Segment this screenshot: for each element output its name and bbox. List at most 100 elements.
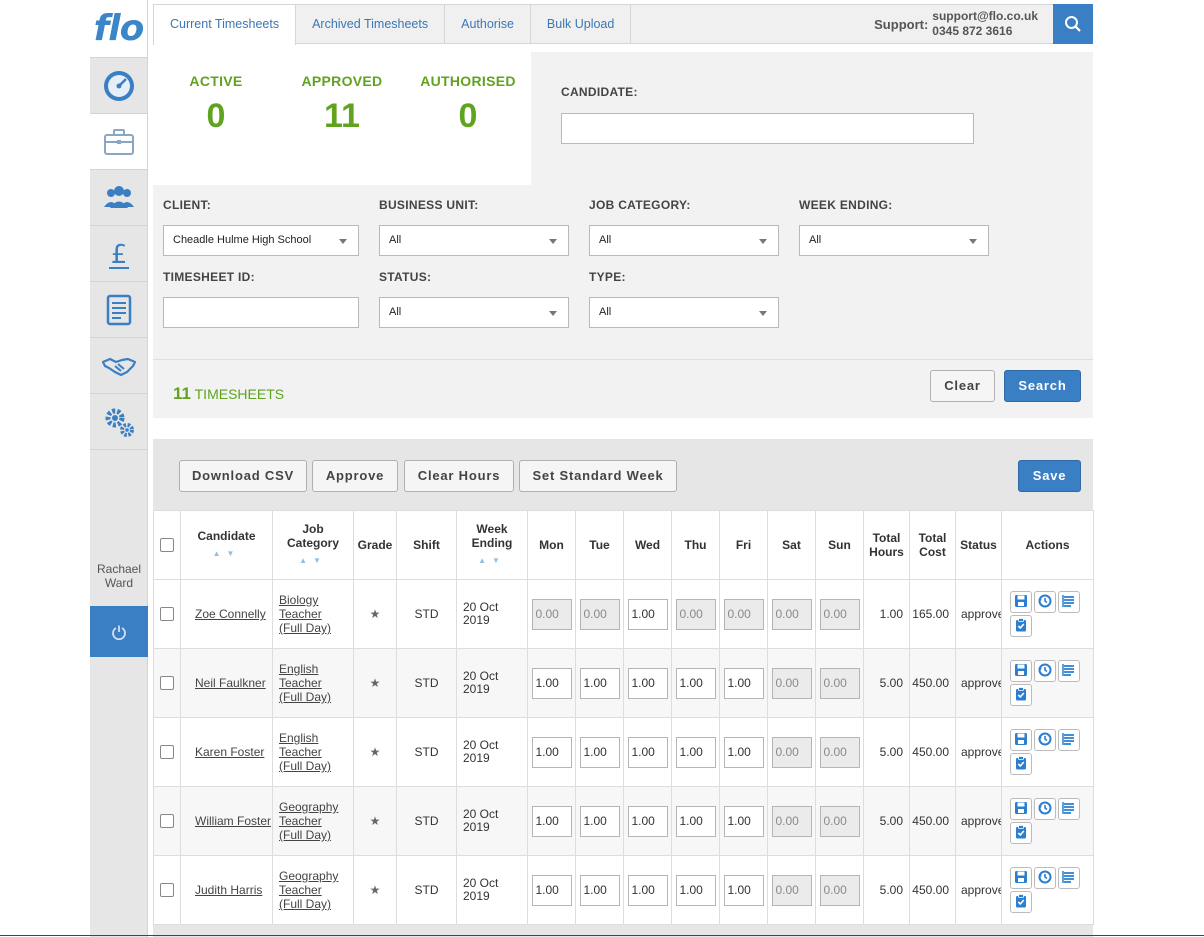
star-icon[interactable]: ★ (370, 814, 381, 828)
day-hours-input[interactable]: 1.00 (723, 874, 764, 906)
candidate-link[interactable]: Neil Faulkner (195, 676, 266, 690)
star-icon[interactable]: ★ (370, 883, 381, 897)
day-hours-input[interactable]: 1.00 (723, 667, 764, 699)
history-button[interactable] (1033, 798, 1056, 820)
details-button[interactable] (1057, 867, 1080, 889)
day-hours-input[interactable]: 1.00 (627, 805, 668, 837)
job-category-link[interactable]: English Teacher (Full Day) (279, 731, 331, 773)
candidate-link[interactable]: William Foster (195, 814, 271, 828)
row-checkbox[interactable] (160, 676, 174, 691)
job-category-select[interactable]: All (589, 225, 779, 256)
tab-archived-timesheets[interactable]: Archived Timesheets (296, 5, 446, 44)
row-checkbox[interactable] (160, 814, 174, 829)
candidate-link[interactable]: Zoe Connelly (195, 607, 266, 621)
type-select[interactable]: All (589, 297, 779, 328)
set-standard-week-button[interactable]: Set Standard Week (519, 460, 677, 492)
clear-hours-button[interactable]: Clear Hours (404, 460, 514, 492)
day-hours-input[interactable]: 1.00 (531, 667, 572, 699)
day-hours-input[interactable]: 1.00 (579, 736, 620, 768)
star-icon[interactable]: ★ (370, 745, 381, 759)
search-button[interactable]: Search (1004, 370, 1081, 402)
day-hours-input[interactable]: 1.00 (675, 667, 716, 699)
row-checkbox[interactable] (160, 745, 174, 760)
job-category-link[interactable]: Geography Teacher (Full Day) (279, 800, 338, 842)
sort-arrows-icon[interactable]: ▲▼ (457, 554, 527, 568)
week-ending-select[interactable]: All (799, 225, 989, 256)
candidate-input[interactable] (561, 113, 974, 144)
tab-authorise[interactable]: Authorise (445, 5, 531, 44)
approve-row-button[interactable] (1009, 753, 1032, 775)
star-icon[interactable]: ★ (370, 676, 381, 690)
history-button[interactable] (1033, 729, 1056, 751)
approve-row-button[interactable] (1009, 684, 1032, 706)
day-hours-input[interactable]: 1.00 (627, 736, 668, 768)
global-search-button[interactable] (1053, 4, 1093, 44)
logout-button[interactable] (90, 606, 148, 657)
day-hours-input[interactable]: 1.00 (627, 598, 668, 630)
details-button[interactable] (1057, 798, 1080, 820)
download-csv-button[interactable]: Download CSV (179, 460, 307, 492)
candidate-header[interactable]: Candidate ▲▼ (180, 510, 273, 580)
save-row-button[interactable] (1009, 798, 1032, 820)
day-hours-input[interactable]: 1.00 (531, 805, 572, 837)
flo-logo[interactable]: flo (90, 0, 147, 58)
select-all-checkbox[interactable] (160, 538, 174, 553)
day-hours-input[interactable]: 1.00 (579, 874, 620, 906)
day-hours-input[interactable]: 1.00 (723, 736, 764, 768)
save-button[interactable]: Save (1018, 460, 1081, 492)
sort-arrows-icon[interactable]: ▲▼ (273, 554, 353, 568)
job-category-link[interactable]: Geography Teacher (Full Day) (279, 869, 338, 911)
approve-row-button[interactable] (1009, 891, 1032, 913)
week-ending-header[interactable]: Week Ending ▲▼ (456, 510, 528, 580)
day-hours-input[interactable]: 1.00 (579, 805, 620, 837)
authorised-count[interactable]: AUTHORISED 0 (405, 52, 531, 185)
day-hours-input[interactable]: 1.00 (675, 736, 716, 768)
nav-jobs[interactable] (90, 114, 147, 170)
status-select[interactable]: All (379, 297, 569, 328)
day-hours-input[interactable]: 1.00 (627, 667, 668, 699)
star-icon[interactable]: ★ (370, 607, 381, 621)
day-hours-input[interactable]: 1.00 (579, 667, 620, 699)
details-button[interactable] (1057, 591, 1080, 613)
save-row-button[interactable] (1009, 591, 1032, 613)
active-count[interactable]: ACTIVE 0 (153, 52, 279, 185)
history-button[interactable] (1033, 591, 1056, 613)
nav-dashboard[interactable] (90, 58, 147, 114)
clear-button[interactable]: Clear (930, 370, 995, 402)
save-row-button[interactable] (1009, 660, 1032, 682)
day-hours-input[interactable]: 1.00 (627, 874, 668, 906)
save-row-button[interactable] (1009, 729, 1032, 751)
save-row-button[interactable] (1009, 867, 1032, 889)
row-checkbox[interactable] (160, 883, 174, 898)
support-email[interactable]: support@flo.co.uk (932, 9, 1038, 24)
job-category-link[interactable]: Biology Teacher (Full Day) (279, 593, 331, 635)
tab-bulk-upload[interactable]: Bulk Upload (531, 5, 632, 44)
approve-row-button[interactable] (1009, 615, 1032, 637)
nav-finance[interactable]: £ (90, 226, 147, 282)
day-hours-input[interactable]: 1.00 (675, 874, 716, 906)
sort-arrows-icon[interactable]: ▲▼ (181, 547, 272, 561)
tab-current-timesheets[interactable]: Current Timesheets (153, 5, 297, 45)
client-select[interactable]: Cheadle Hulme High School (163, 225, 359, 256)
history-button[interactable] (1033, 867, 1056, 889)
day-hours-input[interactable]: 1.00 (723, 805, 764, 837)
nav-clients[interactable] (90, 338, 147, 394)
day-hours-input[interactable]: 1.00 (531, 874, 572, 906)
history-button[interactable] (1033, 660, 1056, 682)
day-hours-input[interactable]: 1.00 (531, 736, 572, 768)
details-button[interactable] (1057, 729, 1080, 751)
job-category-header[interactable]: Job Category ▲▼ (272, 510, 354, 580)
approve-row-button[interactable] (1009, 822, 1032, 844)
details-button[interactable] (1057, 660, 1080, 682)
row-checkbox[interactable] (160, 607, 174, 622)
approve-button[interactable]: Approve (312, 460, 398, 492)
nav-candidates[interactable] (90, 170, 147, 226)
timesheet-id-input[interactable] (163, 297, 359, 328)
nav-reports[interactable] (90, 282, 147, 338)
approved-count[interactable]: APPROVED 11 (279, 52, 405, 185)
candidate-link[interactable]: Judith Harris (195, 883, 262, 897)
nav-settings[interactable] (90, 394, 147, 450)
candidate-link[interactable]: Karen Foster (195, 745, 264, 759)
business-unit-select[interactable]: All (379, 225, 569, 256)
user-name[interactable]: Rachael Ward (90, 562, 148, 590)
